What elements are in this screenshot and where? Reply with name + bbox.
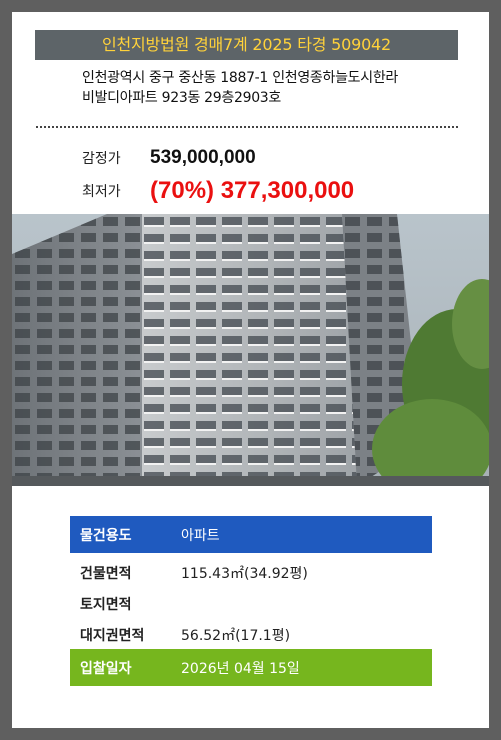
land-right-area-row: 대지권면적 56.52㎡(17.1평) (70, 620, 432, 650)
property-type-label: 물건용도 (80, 527, 132, 544)
land-right-area-label: 대지권면적 (80, 628, 145, 644)
appraisal-value: 539,000,000 (150, 147, 256, 168)
apartment-building-photo (12, 214, 489, 486)
property-type-row: 물건용도 아파트 (70, 516, 432, 553)
bid-date-label: 입찰일자 (80, 660, 132, 677)
minimum-label: 최저가 (82, 184, 121, 200)
auction-card: 인천지방법원 경매7계 2025 타경 509042 인천광역시 중구 중산동 … (12, 12, 489, 728)
property-type-value: 아파트 (181, 527, 220, 544)
building-area-value: 115.43㎡(34.92평) (181, 566, 308, 582)
minimum-value: (70%) 377,300,000 (150, 177, 355, 204)
land-right-area-value: 56.52㎡(17.1평) (181, 628, 291, 644)
land-area-label: 토지면적 (80, 597, 132, 613)
bid-date-value: 2026년 04월 15일 (181, 660, 300, 677)
appraisal-price-row: 감정가 539,000,000 (82, 143, 256, 173)
building-area-label: 건물면적 (80, 566, 132, 582)
appraisal-label: 감정가 (82, 151, 121, 167)
land-area-row: 토지면적 (70, 589, 432, 619)
minimum-price-row: 최저가 (70%) 377,300,000 (82, 176, 354, 206)
court-case-title: 인천지방법원 경매7계 2025 타경 509042 (35, 30, 458, 60)
dotted-divider (36, 126, 458, 128)
property-address: 인천광역시 중구 중산동 1887-1 인천영종하늘도시한라 비발디아파트 92… (82, 68, 482, 108)
address-line-2: 비발디아파트 923동 29층2903호 (82, 90, 281, 106)
bid-date-row: 입찰일자 2026년 04월 15일 (70, 649, 432, 686)
address-line-1: 인천광역시 중구 중산동 1887-1 인천영종하늘도시한라 (82, 70, 398, 86)
building-area-row: 건물면적 115.43㎡(34.92평) (70, 558, 432, 588)
